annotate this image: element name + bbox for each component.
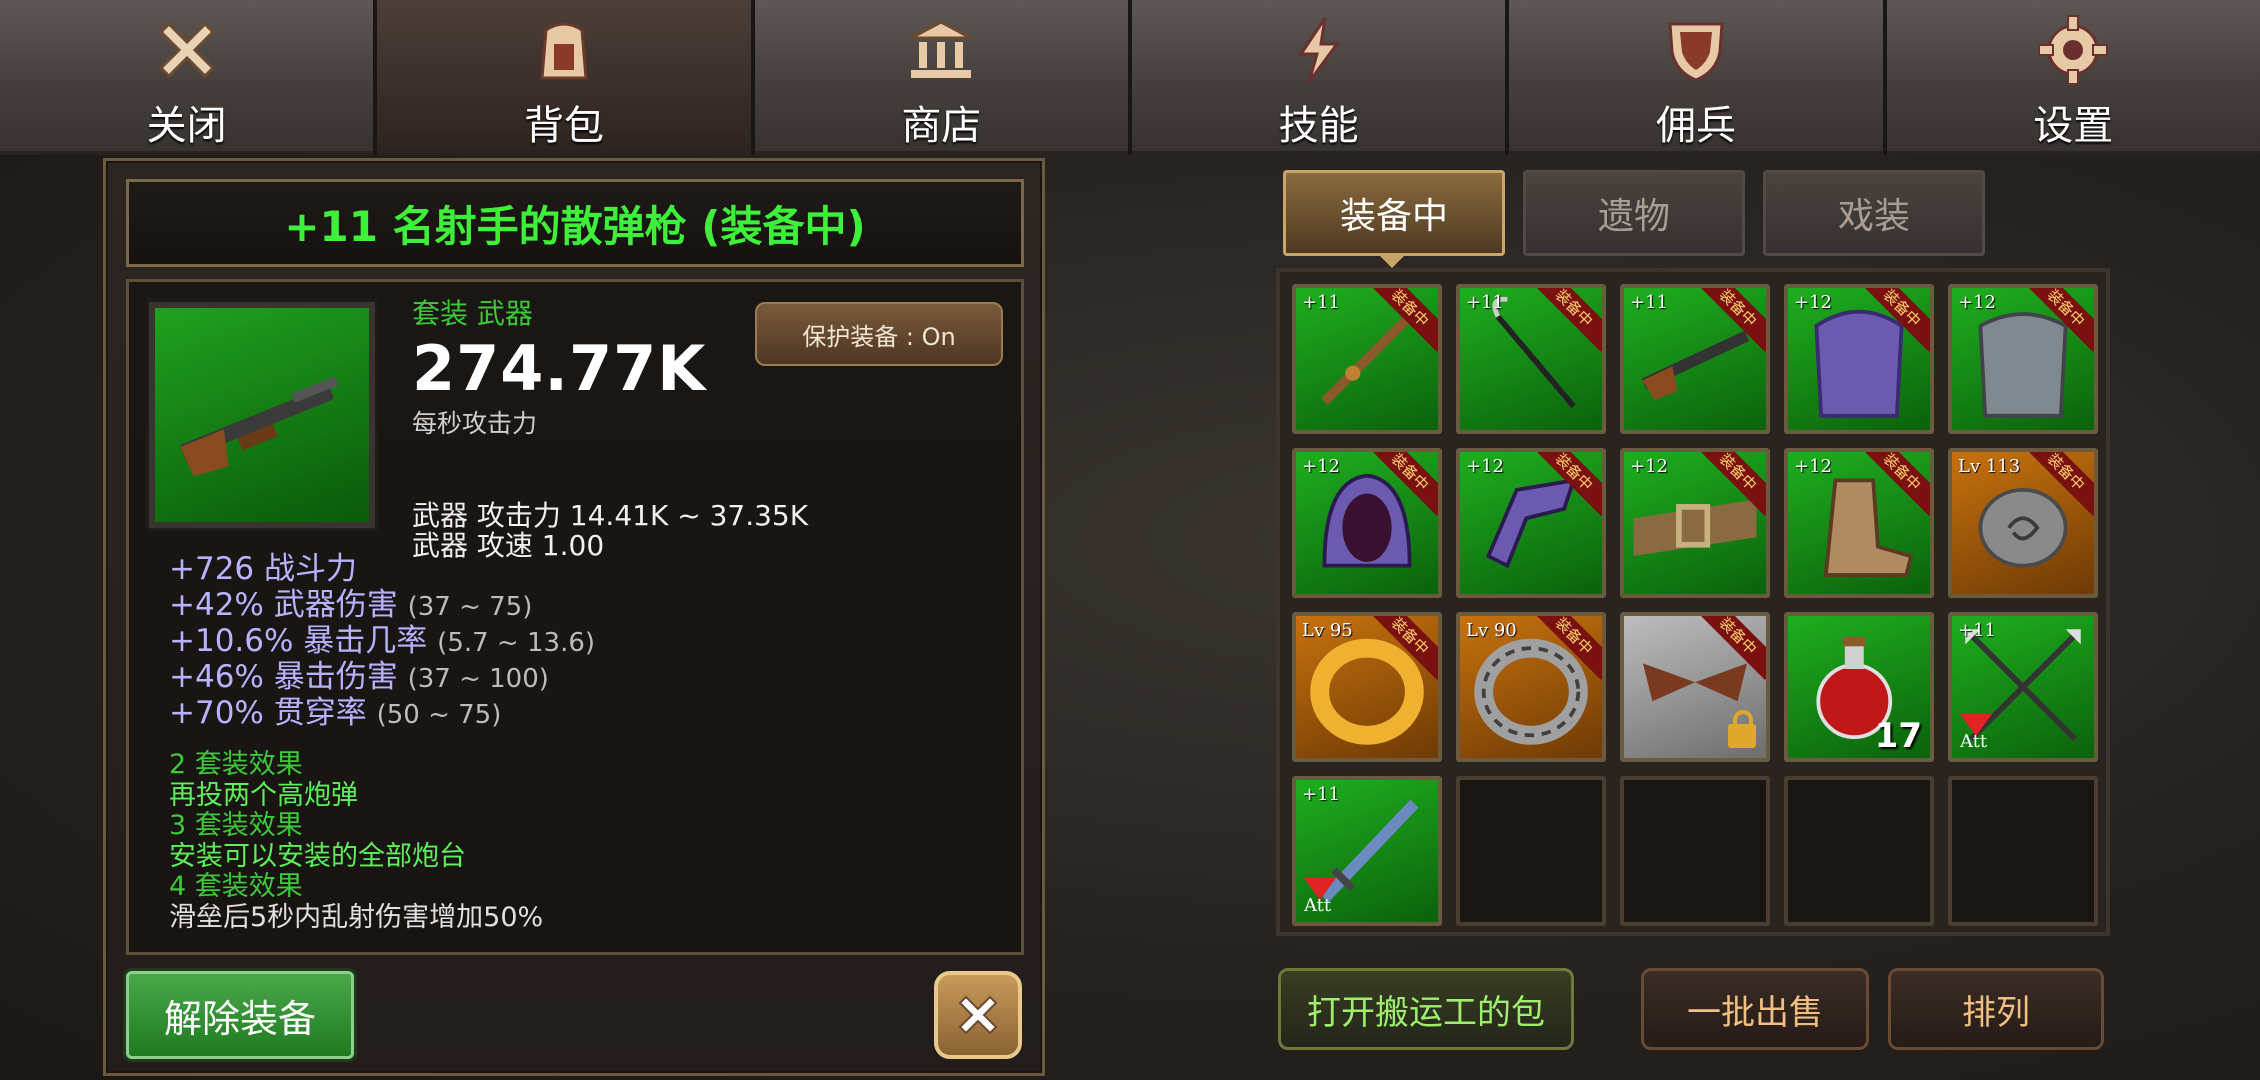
inventory-slot[interactable]: +12 装备中 [1292,448,1442,598]
inventory-slot[interactable]: +12 装备中 [1948,284,2098,434]
lightning-icon [1277,8,1361,91]
sort-button[interactable]: 排列 [1888,968,2104,1050]
inventory-slot[interactable]: +12 装备中 [1784,448,1934,598]
protect-equipment-toggle[interactable]: 保护装备 : On [755,302,1003,366]
tab-label: 关闭 [146,103,227,149]
item-detail-box: 套装 武器 274.77K 每秒攻击力 保护装备 : On 武器 攻击力 14.… [126,279,1024,955]
inventory-tabs: 装备中 遗物 戏装 [1283,170,1985,256]
inventory-slot[interactable]: +11 装备中 [1620,284,1770,434]
tab-shop[interactable]: 商店 [754,0,1128,155]
item-level: Lv 90 [1466,620,1517,641]
att-label: Att [1304,895,1332,916]
item-stats: +726 战斗力 +42% 武器伤害 (37 ~ 75) +10.6% 暴击几率… [169,552,595,732]
item-level: Lv 95 [1302,620,1353,641]
inventory-slot[interactable]: Lv 113 装备中 [1948,448,2098,598]
tab-label: 技能 [1278,103,1359,149]
tab-close[interactable]: 关闭 [0,0,374,155]
unequip-button[interactable]: 解除装备 [126,971,354,1059]
top-navigation: 关闭 背包 商店 技能 佣兵 设置 [0,0,2260,155]
inventory-slot[interactable]: Lv 90 装备中 [1456,612,1606,762]
inventory-grid: +11 装备中 +11 装备中 +11 装备中 +12 装备中 +12 装备中 +12 装备中 +12 装… [1276,268,2110,936]
tab-costumes[interactable]: 戏装 [1763,170,1985,256]
shield-icon [1654,8,1738,91]
shop-icon [899,8,983,91]
tab-label: 佣兵 [1655,103,1736,149]
dps-value: 274.77K [412,332,707,405]
att-label: Att [1960,731,1988,752]
set-effect-text: 滑垒后5秒内乱射伤害增加50% [169,901,544,933]
lock-icon [1728,710,1756,748]
tab-label: 商店 [901,103,982,149]
item-level: Lv 113 [1958,456,2021,477]
set-effect-text: 再投两个高炮弹 [169,779,358,811]
dps-label: 每秒攻击力 [412,409,538,438]
inventory-slot[interactable]: +12 装备中 [1456,448,1606,598]
set-effect-text: 安装可以安装的全部炮台 [169,840,466,872]
tab-backpack[interactable]: 背包 [377,0,751,155]
item-level: +12 [1794,292,1832,313]
item-detail-panel: +11 名射手的散弹枪 (装备中) 套装 武器 274.77K 每秒攻击力 保护… [103,158,1045,1076]
bulk-sell-button[interactable]: 一批出售 [1641,968,1869,1050]
item-level: +12 [1630,456,1668,477]
empty-slot [1784,776,1934,926]
tab-equipped[interactable]: 装备中 [1283,170,1505,256]
tab-skills[interactable]: 技能 [1131,0,1506,155]
tab-label: 背包 [523,103,604,149]
set-effect-header: 4 套装效果 [169,871,303,902]
inventory-slot[interactable]: Lv 95 装备中 [1292,612,1442,762]
inventory-slot[interactable]: +11 装备中 [1456,284,1606,434]
open-porter-bag-button[interactable]: 打开搬运工的包 [1278,968,1574,1050]
tab-relics[interactable]: 遗物 [1523,170,1745,256]
item-level: +12 [1466,456,1504,477]
stat-row: +46% 暴击伤害 (37 ~ 100) [169,659,549,695]
close-icon [958,995,998,1035]
item-level: +11 [1466,292,1504,313]
active-tab-pointer [1378,254,1406,268]
item-level: +12 [1794,456,1832,477]
item-level: +11 [1630,292,1668,313]
inventory-slot[interactable]: +12 装备中 [1620,448,1770,598]
inventory-slot[interactable]: +12 装备中 [1784,284,1934,434]
empty-slot [1620,776,1770,926]
empty-slot [1456,776,1606,926]
set-effect-header: 2 套装效果 [169,749,303,780]
item-title-bar: +11 名射手的散弹枪 (装备中) [126,179,1024,267]
inventory-slot[interactable]: +11 Att [1948,612,2098,762]
inventory-slot[interactable]: 17 [1784,612,1934,762]
tab-mercenary[interactable]: 佣兵 [1509,0,1883,155]
item-level: +12 [1958,292,1996,313]
item-type: 套装 武器 [412,297,533,330]
empty-slot [1948,776,2098,926]
inventory-slot[interactable]: 装备中 [1620,612,1770,762]
inventory-slot[interactable]: +11 Att [1292,776,1442,926]
stat-row: +10.6% 暴击几率 (5.7 ~ 13.6) [169,623,596,659]
gear-icon [2031,8,2115,91]
set-effects: 2 套装效果 再投两个高炮弹 3 套装效果 安装可以安装的全部炮台 4 套装效果… [169,749,544,933]
item-level: +11 [1302,784,1340,805]
item-level: +11 [1958,620,1996,641]
backpack-icon [522,8,606,91]
item-count: 17 [1874,716,1922,756]
close-icon [145,8,229,91]
tab-label: 设置 [2033,103,2114,149]
item-level: +11 [1302,292,1340,313]
tab-settings[interactable]: 设置 [1886,0,2260,155]
stat-row: +726 战斗力 [169,551,357,587]
item-title: +11 名射手的散弹枪 (装备中) [284,201,866,251]
stat-row: +42% 武器伤害 (37 ~ 75) [169,587,533,623]
close-panel-button[interactable] [934,971,1022,1059]
inventory-slot[interactable]: +11 装备中 [1292,284,1442,434]
stat-row: +70% 贯穿率 (50 ~ 75) [169,695,502,731]
set-effect-header: 3 套装效果 [169,810,303,841]
item-level: +12 [1302,456,1340,477]
shotgun-icon [146,299,378,531]
